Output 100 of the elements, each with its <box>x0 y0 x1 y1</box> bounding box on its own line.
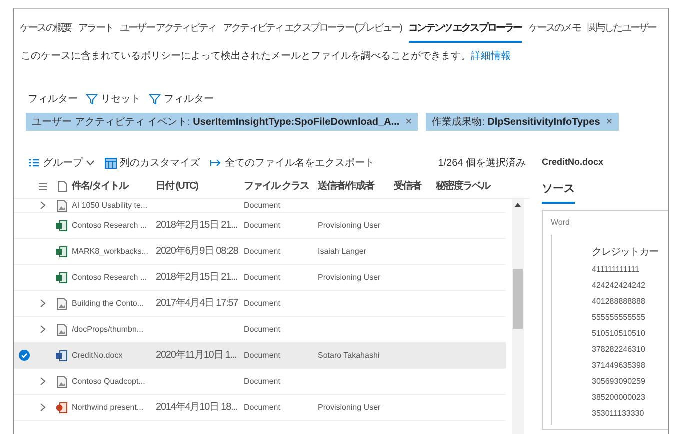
close-button[interactable]: × <box>606 114 613 130</box>
columns-icon <box>105 158 117 168</box>
tab[interactable]: ソース <box>542 175 575 204</box>
list-icon <box>38 182 48 192</box>
card-number: 411111111111 <box>592 264 640 276</box>
file-name[interactable]: Contoso Quadcopt... <box>72 376 146 386</box>
table-row[interactable]: AI 1050 Usability te... Document <box>14 199 506 213</box>
card-number: 555555555555 <box>592 312 646 324</box>
table-row[interactable]: CreditNo.docx 2020年11月10日 1... Document Sotaro Takahashi <box>14 343 506 369</box>
column-header[interactable]: 件名/タイトル <box>72 181 128 192</box>
chevron-down-icon <box>86 160 95 166</box>
file-name[interactable]: Contoso Research ... <box>72 272 148 282</box>
chevron-right-icon[interactable] <box>40 299 46 308</box>
document-icon <box>56 350 68 362</box>
file-name[interactable]: Building the Conto... <box>72 298 144 308</box>
table-row[interactable]: Contoso Research ... 2018年2月15日 21... Document Provisioning User <box>14 265 506 291</box>
table-row[interactable]: Building the Conto... 2017年4月4日 17:57 Document <box>14 291 506 317</box>
sender-cell: Sotaro Takahashi <box>318 350 380 360</box>
tab[interactable]: 関与したユーザー <box>587 15 656 43</box>
close-button[interactable]: × <box>406 114 412 130</box>
customize-columns-button[interactable]: 列のカスタマイズ <box>105 156 200 170</box>
document-icon <box>58 181 66 192</box>
tab[interactable]: ケースの概要 <box>20 15 72 43</box>
file-class: Document <box>244 402 280 412</box>
image-file-icon <box>56 298 68 310</box>
table-row[interactable]: Contoso Research ... 2018年2月15日 21... Document Provisioning User <box>14 213 506 239</box>
document-heading: クレジットカー <box>592 246 658 260</box>
column-header[interactable]: 受信者 <box>394 181 421 192</box>
file-class: Document <box>244 350 280 360</box>
spreadsheet-icon <box>56 220 68 232</box>
date-cell: 2020年6月9日 08:28 <box>156 246 238 257</box>
table-row[interactable]: Northwind present... 2014年4月10日 18... Document Provisioning User <box>14 395 506 421</box>
file-name[interactable]: AI 1050 Usability te... <box>72 200 148 210</box>
description-text: このケースに含まれているポリシーによって検出されたメールとファイルを調べることができます。 <box>21 51 471 62</box>
chip-text: ユーザー アクティビティ イベント: UserItemInsightType:SpoFileDownload_A... <box>32 116 400 130</box>
card-number: 510510510510 <box>592 328 646 340</box>
card-number: 385200000023 <box>592 392 646 404</box>
scrollbar[interactable] <box>512 199 524 434</box>
tab[interactable]: アラート <box>78 15 114 43</box>
image-file-icon <box>56 376 68 388</box>
table-row[interactable]: Contoso Quadcopt... Document <box>14 369 506 395</box>
chevron-right-icon[interactable] <box>40 201 46 210</box>
file-name[interactable]: MARK8_workbacks... <box>72 246 148 256</box>
list-icon <box>28 158 40 168</box>
sender-cell: Provisioning User <box>318 402 381 412</box>
sender-cell: Isaiah Langer <box>318 246 366 256</box>
column-header[interactable]: 秘密度ラベル <box>436 181 490 192</box>
file-class: Document <box>244 220 280 230</box>
file-class: Document <box>244 246 280 256</box>
checkmark-circle-icon <box>18 350 30 361</box>
file-title: CreditNo.docx <box>542 156 605 170</box>
filter-button[interactable]: フィルター <box>149 92 214 106</box>
arrow-right-icon <box>210 159 222 167</box>
column-header[interactable]: 日付 (UTC) <box>156 181 198 192</box>
file-name[interactable]: /docProps/thumbn... <box>72 324 144 334</box>
file-class: Document <box>244 200 280 210</box>
learn-more-link[interactable]: 詳細情報 <box>471 51 511 62</box>
sender-cell: Provisioning User <box>318 220 381 230</box>
file-name[interactable]: CreditNo.docx <box>72 350 123 360</box>
date-cell: 2018年2月15日 21... <box>156 272 238 283</box>
tab[interactable]: ケースのメモ <box>528 15 580 43</box>
tab[interactable]: アクティビティ エクスプローラー (プレビュー) <box>223 15 402 43</box>
chip-text: 作業成果物: DlpSensitivityInfoTypes <box>432 116 600 130</box>
selection-count: 1/264 個を選択済み <box>438 156 526 170</box>
card-number: 378282246310 <box>592 344 646 356</box>
export-button[interactable]: 全てのファイル名をエクスポート <box>210 156 375 170</box>
file-class: Document <box>244 298 280 308</box>
chevron-right-icon[interactable] <box>40 377 46 386</box>
card-number: 371449635398 <box>592 360 646 372</box>
date-cell: 2014年4月10日 18... <box>156 402 238 413</box>
chevron-right-icon[interactable] <box>40 403 46 412</box>
image-file-icon <box>56 324 68 336</box>
date-cell: 2017年4月4日 17:57 <box>156 298 238 309</box>
date-cell: 2018年2月15日 21... <box>156 220 238 231</box>
group-button[interactable]: グループ <box>28 156 95 170</box>
tab[interactable]: コンテンツ エクスプローラー <box>408 15 522 43</box>
presentation-icon <box>56 402 68 414</box>
filter-label: フィルター <box>28 92 78 106</box>
spreadsheet-icon <box>56 272 68 284</box>
preview-label: Word <box>551 216 571 228</box>
card-number: 401288888888 <box>592 296 646 308</box>
column-header[interactable]: 送信者/作成者 <box>318 181 374 192</box>
file-class: Document <box>244 376 280 386</box>
reset-button[interactable]: リセット <box>86 92 141 106</box>
funnel-icon <box>86 93 98 105</box>
column-header[interactable]: ファイル クラス <box>244 181 309 192</box>
file-name[interactable]: Northwind present... <box>72 402 144 412</box>
chevron-right-icon[interactable] <box>40 325 46 334</box>
tab[interactable]: ユーザー アクティビティ <box>120 15 216 43</box>
funnel-icon <box>149 93 161 105</box>
table-row[interactable]: MARK8_workbacks... 2020年6月9日 08:28 Document Isaiah Langer <box>14 239 506 265</box>
file-name[interactable]: Contoso Research ... <box>72 220 148 230</box>
file-class: Document <box>244 272 280 282</box>
card-number: 424242424242 <box>592 280 646 292</box>
spreadsheet-icon <box>56 246 68 258</box>
card-number: 305693090259 <box>592 376 646 388</box>
sender-cell: Provisioning User <box>318 272 381 282</box>
card-number: 353011133330 <box>592 408 644 420</box>
file-class: Document <box>244 324 280 334</box>
date-cell: 2020年11月10日 1... <box>156 350 237 361</box>
